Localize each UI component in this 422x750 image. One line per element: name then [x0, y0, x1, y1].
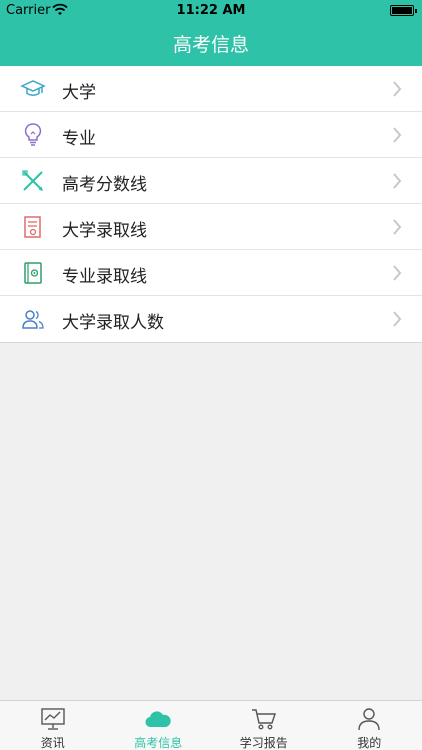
- menu-item-label: 高考分数线: [62, 175, 147, 195]
- chevron-right-icon: [393, 311, 402, 327]
- page-title: 高考信息: [172, 34, 249, 56]
- chart-monitor-icon: [41, 708, 65, 730]
- cart-icon: [251, 709, 276, 730]
- menu-item-university[interactable]: 大学: [0, 66, 422, 112]
- chevron-right-icon: [393, 265, 402, 281]
- menu-list: 大学 专业 高考分数线 大学录取线 专业录取线 大学录取人数: [0, 66, 422, 343]
- tab-bar: 资讯 高考信息 学习报告 我的: [0, 700, 422, 750]
- battery-icon: [390, 5, 417, 16]
- menu-item-university-admission-line[interactable]: 大学录取线: [0, 204, 422, 250]
- tab-study-report[interactable]: 学习报告: [211, 701, 317, 750]
- tab-mine[interactable]: 我的: [317, 701, 422, 750]
- person-icon: [358, 708, 380, 731]
- pencil-cross-icon: [22, 170, 43, 191]
- users-icon: [22, 310, 44, 329]
- menu-item-label: 专业: [62, 129, 96, 149]
- menu-item-major-admission-line[interactable]: 专业录取线: [0, 250, 422, 296]
- menu-item-label: 大学录取线: [62, 221, 147, 241]
- navigation-bar: Carrier 11:22 AM 高考信息: [0, 0, 422, 66]
- menu-item-label: 专业录取线: [62, 267, 147, 287]
- graduation-cap-icon: [20, 80, 46, 96]
- menu-item-exam-score-line[interactable]: 高考分数线: [0, 158, 422, 204]
- tab-label: 高考信息: [134, 736, 183, 750]
- tab-exam-info[interactable]: 高考信息: [106, 701, 212, 750]
- tab-label: 我的: [357, 736, 382, 750]
- chevron-right-icon: [393, 173, 402, 189]
- tab-label: 资讯: [40, 736, 65, 750]
- clock: 11:22 AM: [176, 3, 246, 18]
- chevron-right-icon: [393, 219, 402, 235]
- tab-news[interactable]: 资讯: [0, 701, 106, 750]
- menu-item-university-admission-count[interactable]: 大学录取人数: [0, 296, 422, 342]
- tab-label: 学习报告: [239, 736, 288, 750]
- notebook-at-icon: [24, 262, 42, 284]
- lightbulb-icon: [24, 123, 42, 146]
- chevron-right-icon: [393, 81, 402, 97]
- menu-item-label: 大学录取人数: [62, 313, 164, 333]
- status-bar: Carrier 11:22 AM: [0, 0, 422, 22]
- cloud-icon: [145, 711, 171, 728]
- menu-item-label: 大学: [62, 83, 96, 103]
- chevron-right-icon: [393, 127, 402, 143]
- menu-item-major[interactable]: 专业: [0, 112, 422, 158]
- scroll-certificate-icon: [24, 216, 41, 238]
